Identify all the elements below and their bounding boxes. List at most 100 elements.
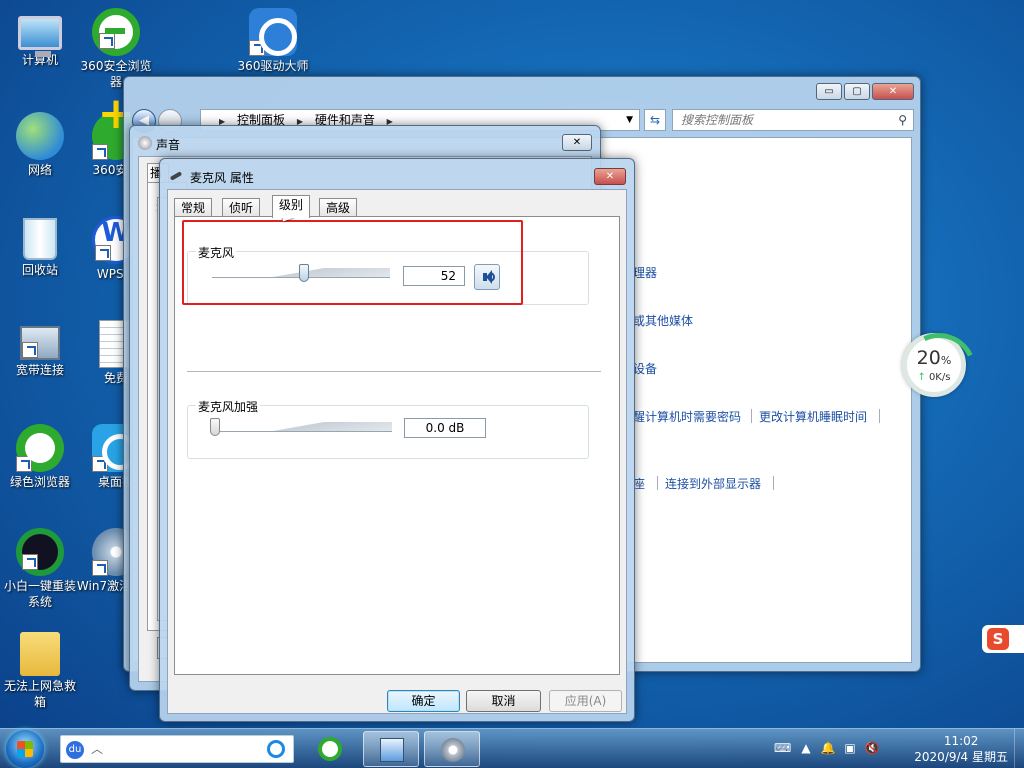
close-icon: ✕ (605, 171, 615, 182)
taskbar-search-box[interactable]: du ︿ (60, 735, 294, 763)
desktop-icon-label: 360驱动大师 (237, 59, 309, 73)
taskbar-app-control-panel[interactable] (363, 731, 419, 767)
shortcut-arrow-icon (16, 456, 32, 472)
baidu-icon: du (66, 741, 84, 759)
desktop-icon-green-browser[interactable]: 绿色浏览器 (0, 424, 80, 490)
tab-label: 侦听 (229, 201, 254, 215)
boost-level-input[interactable]: 0.0 dB (404, 418, 486, 438)
boost-group: 麦克风加强 0.0 dB (187, 398, 589, 459)
highlight-annotation (182, 220, 523, 305)
shortcut-arrow-icon (92, 560, 108, 576)
window-controls: ▭ ▢ ✕ (816, 83, 914, 100)
dialog-title: 麦克风 属性 (190, 171, 254, 185)
search-icon[interactable] (267, 740, 285, 758)
link-sleep-time[interactable]: 更改计算机睡眠时间 (759, 408, 867, 425)
volume-muted-icon[interactable]: 🔇 (864, 741, 880, 755)
network-speed-widget[interactable]: 20% ↑ 0K/s (902, 333, 966, 397)
taskbar-app-browser[interactable] (302, 731, 358, 767)
start-button[interactable] (6, 730, 44, 768)
boost-slider[interactable] (210, 418, 392, 438)
search-icon: ⚲ (898, 113, 907, 127)
slider-track (210, 422, 392, 432)
desktop-icon-recycle-bin[interactable]: 回收站 (0, 214, 80, 278)
desktop-icon-computer[interactable]: 计算机 (0, 10, 80, 68)
keyboard-icon[interactable]: ⌨ (774, 741, 791, 755)
desktop-icon-label: 小白一键重装系统 (3, 579, 76, 609)
link-media[interactable]: 或其他媒体 (633, 312, 693, 329)
maximize-icon: ▢ (852, 86, 862, 97)
speed-percent-unit: % (940, 354, 952, 367)
desktop-icon-label: 回收站 (21, 263, 58, 277)
close-button[interactable]: ✕ (594, 168, 626, 185)
search-placeholder: 搜索控制面板 (681, 113, 754, 127)
cancel-button[interactable]: 取消 (466, 690, 541, 712)
show-desktop-button[interactable] (1014, 729, 1024, 768)
speed-percent: 20% (907, 347, 961, 372)
apply-button[interactable]: 应用(A) (549, 690, 622, 712)
sound-icon (441, 738, 465, 762)
tab-levels[interactable]: 级别 (272, 195, 311, 218)
tab-general[interactable]: 常规 (174, 198, 213, 217)
link-separator (773, 476, 774, 490)
microphone-icon (170, 170, 184, 182)
refresh-icon: ⇆ (649, 113, 661, 127)
taskbar-app-sound[interactable] (424, 731, 480, 767)
desktop-icon-reinstall[interactable]: 小白一键重装系统 (0, 528, 80, 610)
chevron-up-icon[interactable]: ▲ (798, 741, 814, 755)
tab-label: 常规 (181, 201, 206, 215)
tab-label: 级别 (279, 198, 304, 212)
sound-icon (138, 136, 152, 150)
link-external-display[interactable]: 连接到外部显示器 (665, 475, 761, 492)
desktop-icon-folder[interactable]: 无法上网急救箱 (0, 632, 80, 710)
clock-date: 2020/9/4 星期五 (914, 750, 1008, 764)
taskbar: du ︿ ⌨ ▲ 🔔 ▣ 🔇 11:02 2020/9/4 星期五 (0, 728, 1024, 768)
link-device-manager[interactable]: 理器 (633, 264, 657, 281)
shortcut-arrow-icon (92, 456, 108, 472)
desktop-icon-label: 宽带连接 (15, 363, 64, 377)
notification-icon[interactable]: 🔔 (820, 741, 836, 755)
dropdown-arrow-icon[interactable]: ▼ (626, 110, 633, 130)
ok-button[interactable]: 确定 (387, 690, 460, 712)
network-status-icon[interactable]: ▣ (842, 741, 858, 755)
minimize-button[interactable]: ▭ (816, 83, 842, 100)
close-button[interactable]: ✕ (562, 134, 592, 151)
close-button[interactable]: ✕ (872, 83, 914, 100)
section-divider (187, 371, 601, 372)
desktop-icon-label: 无法上网急救箱 (3, 679, 76, 709)
slider-thumb[interactable] (210, 418, 220, 436)
windows-logo-icon (17, 741, 33, 757)
360-browser-icon (92, 8, 140, 56)
broadband-icon (20, 326, 60, 360)
tab-advanced[interactable]: 高级 (319, 198, 358, 217)
shortcut-arrow-icon (92, 144, 108, 160)
sogou-ime-widget[interactable]: S (982, 625, 1024, 653)
speed-percent-value: 20 (916, 347, 941, 369)
folder-icon (20, 632, 60, 676)
clock[interactable]: 11:02 2020/9/4 星期五 (914, 733, 1008, 765)
maximize-button[interactable]: ▢ (844, 83, 870, 100)
minimize-icon: ▭ (824, 86, 834, 97)
refresh-button[interactable]: ⇆ (644, 109, 666, 131)
shortcut-arrow-icon (99, 33, 115, 49)
network-icon (16, 112, 64, 160)
green-browser-icon (318, 737, 342, 761)
link-devices[interactable]: 设备 (633, 360, 657, 377)
desktop-icon-360-driver[interactable]: 360驱动大师 (233, 8, 313, 74)
search-input[interactable]: 搜索控制面板 ⚲ (672, 109, 914, 131)
desktop-icon-network[interactable]: 网络 (0, 112, 80, 178)
link-require-password[interactable]: 醒计算机时需要密码 (633, 408, 741, 425)
link-separator (879, 409, 880, 423)
shortcut-arrow-icon (95, 245, 111, 261)
speed-rate: ↑ 0K/s (907, 372, 961, 384)
link-separator (657, 476, 658, 490)
chevron-up-icon[interactable]: ︿ (91, 740, 103, 757)
up-arrow-icon: ↑ (917, 372, 926, 383)
system-tray: ⌨ ▲ 🔔 ▣ 🔇 11:02 2020/9/4 星期五 (764, 729, 1024, 768)
tab-listen[interactable]: 侦听 (222, 198, 261, 217)
close-icon: ✕ (888, 86, 898, 97)
360-driver-icon (249, 8, 297, 56)
dialog-title: 声音 (156, 138, 181, 152)
tab-label: 高级 (326, 201, 351, 215)
recycle-bin-icon (23, 218, 57, 260)
desktop-icon-broadband[interactable]: 宽带连接 (0, 318, 80, 378)
